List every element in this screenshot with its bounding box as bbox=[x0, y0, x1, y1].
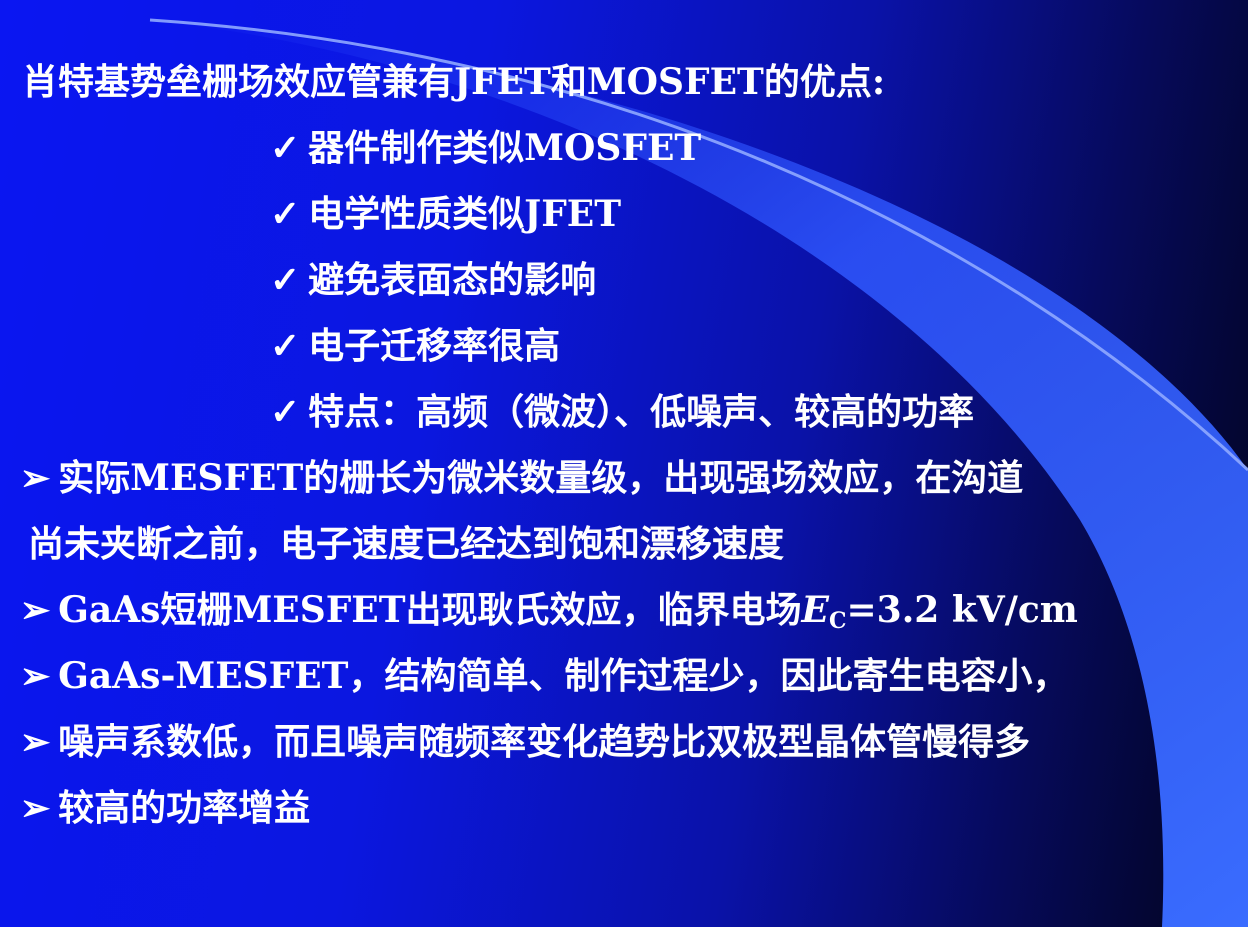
field-symbol: E bbox=[801, 589, 829, 631]
arrow-bullet-icon: ➢ bbox=[20, 655, 51, 697]
check-item-text: 避免表面态的影响 bbox=[308, 259, 597, 301]
check-icon: ✓ bbox=[270, 391, 301, 433]
field-subscript: C bbox=[828, 608, 847, 634]
point-text: GaAs短栅MESFET出现耿氏效应，临界电场 bbox=[58, 589, 802, 631]
point-text: GaAs-MESFET，结构简单、制作过程少，因此寄生电容小， bbox=[58, 655, 1069, 697]
point-2: ➢ GaAs短栅MESFET出现耿氏效应，临界电场EC=3.2 kV/cm bbox=[20, 590, 1078, 641]
check-icon: ✓ bbox=[270, 325, 301, 367]
point-5: ➢ 较高的功率增益 bbox=[20, 788, 310, 828]
point-1-line-2: 尚未夹断之前，电子速度已经达到饱和漂移速度 bbox=[28, 523, 785, 565]
slide: 肖特基势垒栅场效应管兼有JFET和MOSFET的优点: ✓ 器件制作类似MOSFE… bbox=[0, 0, 1248, 927]
arrow-bullet-icon: ➢ bbox=[20, 721, 51, 763]
check-item-1: ✓ 器件制作类似MOSFET bbox=[270, 128, 701, 168]
field-value: =3.2 kV/cm bbox=[846, 589, 1078, 631]
arrow-bullet-icon: ➢ bbox=[20, 787, 51, 829]
check-item-3: ✓ 避免表面态的影响 bbox=[270, 260, 596, 300]
arrow-bullet-icon: ➢ bbox=[20, 589, 51, 631]
point-text: 较高的功率增益 bbox=[58, 787, 311, 829]
check-item-5: ✓ 特点：高频（微波）、低噪声、较高的功率 bbox=[270, 392, 974, 432]
check-item-text: 器件制作类似MOSFET bbox=[308, 127, 702, 169]
check-item-2: ✓ 电学性质类似JFET bbox=[270, 194, 621, 234]
point-text: 噪声系数低，而且噪声随频率变化趋势比双极型晶体管慢得多 bbox=[58, 721, 1031, 763]
check-icon: ✓ bbox=[270, 193, 301, 235]
point-1-line-1: ➢ 实际MESFET的栅长为微米数量级，出现强场效应，在沟道 bbox=[20, 458, 1023, 498]
arrow-bullet-icon: ➢ bbox=[20, 457, 51, 499]
check-icon: ✓ bbox=[270, 127, 301, 169]
check-item-text: 电学性质类似JFET bbox=[308, 193, 621, 235]
check-item-text: 电子迁移率很高 bbox=[308, 325, 561, 367]
check-item-4: ✓ 电子迁移率很高 bbox=[270, 326, 560, 366]
point-4: ➢ 噪声系数低，而且噪声随频率变化趋势比双极型晶体管慢得多 bbox=[20, 722, 1030, 762]
point-text: 实际MESFET的栅长为微米数量级，出现强场效应，在沟道 bbox=[58, 457, 1024, 499]
check-item-text: 特点：高频（微波）、低噪声、较高的功率 bbox=[308, 391, 975, 433]
point-3: ➢ GaAs-MESFET，结构简单、制作过程少，因此寄生电容小， bbox=[20, 656, 1068, 696]
check-icon: ✓ bbox=[270, 259, 301, 301]
slide-title: 肖特基势垒栅场效应管兼有JFET和MOSFET的优点: bbox=[22, 61, 886, 103]
